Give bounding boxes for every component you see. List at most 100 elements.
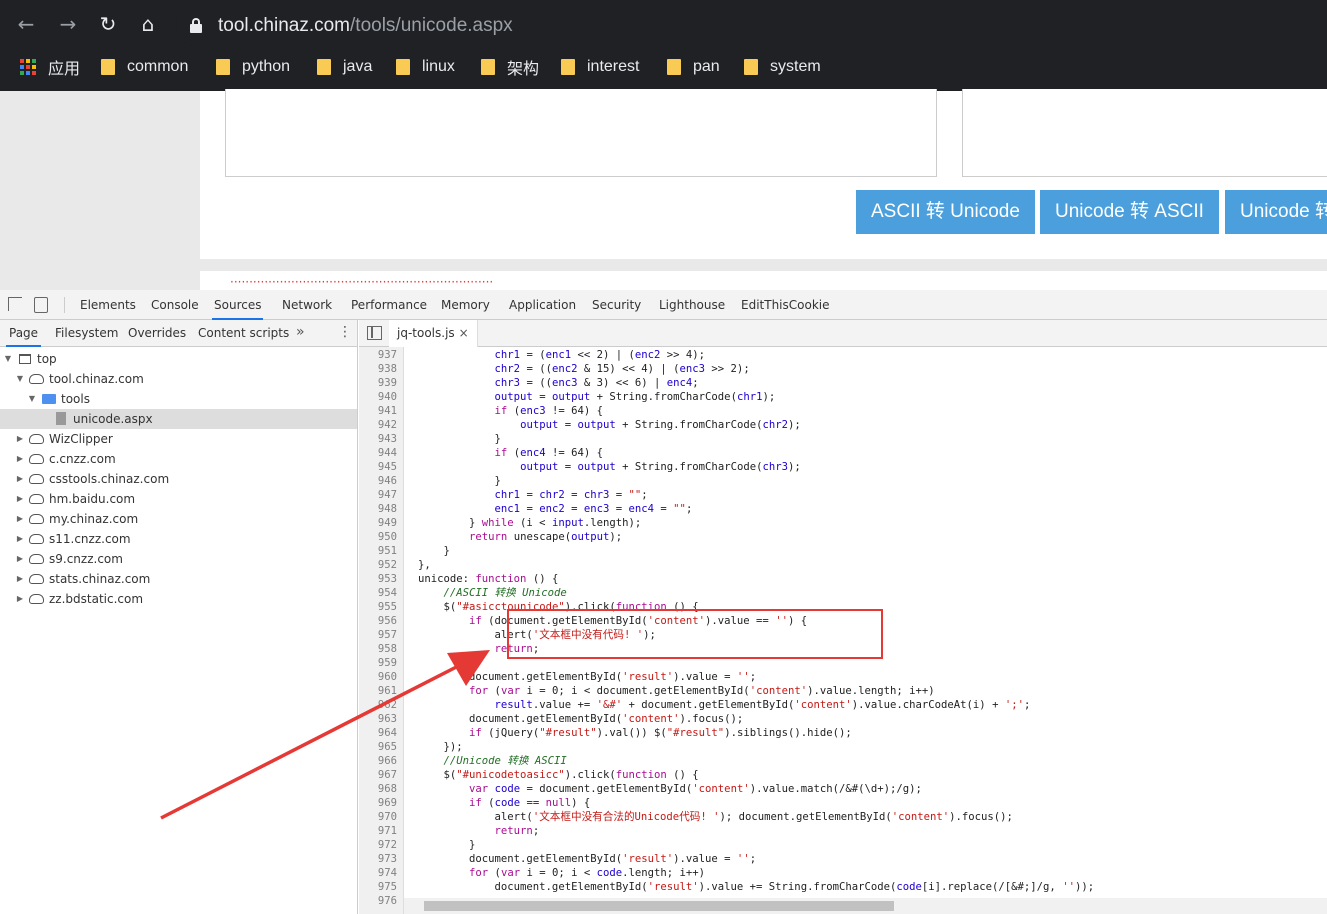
tab-memory[interactable]: Memory [441,290,490,320]
line-number[interactable]: 970 [378,810,397,824]
reload-icon[interactable]: ↻ [96,12,120,36]
line-number[interactable]: 975 [378,880,397,894]
tree-item-hm-baidu[interactable]: ▶ hm.baidu.com [0,489,357,509]
line-number[interactable]: 958 [378,642,397,656]
line-number[interactable]: 942 [378,418,397,432]
ascii-to-unicode-button[interactable]: ASCII 转 Unicode [856,190,1035,234]
line-number[interactable]: 951 [378,544,397,558]
triangle-right-icon[interactable]: ▶ [15,489,25,509]
line-number[interactable]: 940 [378,390,397,404]
tree-item-zz-bdstatic[interactable]: ▶ zz.bdstatic.com [0,589,357,609]
triangle-right-icon[interactable]: ▶ [15,529,25,549]
bookmark-pan[interactable]: pan [667,56,720,78]
tree-item-unicode-aspx[interactable]: unicode.aspx [0,409,357,429]
forward-arrow-icon[interactable]: → [56,12,80,36]
unicode-convert-button[interactable]: Unicode 转 [1225,190,1327,234]
line-number[interactable]: 944 [378,446,397,460]
toggle-navigator-icon[interactable] [367,326,382,340]
scrollbar-thumb[interactable] [424,901,894,911]
line-number[interactable]: 953 [378,572,397,586]
line-number[interactable]: 971 [378,824,397,838]
line-number[interactable]: 973 [378,852,397,866]
line-number[interactable]: 950 [378,530,397,544]
bookmark-interest[interactable]: interest [561,56,639,78]
result-textarea[interactable] [962,89,1327,177]
line-number[interactable]: 969 [378,796,397,810]
tree-item-c-cnzz[interactable]: ▶ c.cnzz.com [0,449,357,469]
line-number[interactable]: 963 [378,712,397,726]
back-arrow-icon[interactable]: ← [14,12,38,36]
bookmark-system[interactable]: system [744,56,821,78]
triangle-right-icon[interactable]: ▶ [15,569,25,589]
bookmark-common[interactable]: common [101,56,188,78]
triangle-down-icon[interactable]: ▼ [15,369,25,389]
line-number[interactable]: 946 [378,474,397,488]
line-number[interactable]: 957 [378,628,397,642]
more-tabs-icon[interactable]: » [296,324,305,340]
tab-editthiscookie[interactable]: EditThisCookie [741,290,830,320]
line-number[interactable]: 966 [378,754,397,768]
triangle-right-icon[interactable]: ▶ [15,509,25,529]
line-number[interactable]: 968 [378,782,397,796]
bookmark-python[interactable]: python [216,56,290,78]
tab-console[interactable]: Console [151,290,199,320]
bookmark-linux[interactable]: linux [396,56,455,78]
file-tab-jq-tools[interactable]: jq-tools.js × [389,320,478,347]
address-bar[interactable]: tool.chinaz.com/tools/unicode.aspx [176,6,1327,46]
nav-tab-content-scripts[interactable]: Content scripts [198,320,289,347]
nav-tab-filesystem[interactable]: Filesystem [55,320,118,347]
line-number[interactable]: 955 [378,600,397,614]
line-number[interactable]: 949 [378,516,397,530]
line-number[interactable]: 956 [378,614,397,628]
triangle-right-icon[interactable]: ▶ [15,589,25,609]
line-number[interactable]: 939 [378,376,397,390]
tab-application[interactable]: Application [509,290,576,320]
triangle-right-icon[interactable]: ▶ [15,469,25,489]
line-number-gutter[interactable]: 937 938 939 940 941 942 943 944 945 946 947 948 949 9… [359,347,404,914]
bookmark-architecture[interactable]: 架构 [481,56,539,78]
nav-tab-overrides[interactable]: Overrides [128,320,186,347]
tree-item-my-chinaz[interactable]: ▶ my.chinaz.com [0,509,357,529]
tree-item-tools-folder[interactable]: ▼ tools [0,389,357,409]
bookmark-apps[interactable]: 应用 [20,56,80,78]
inspect-element-icon[interactable] [8,297,22,311]
tab-network[interactable]: Network [282,290,332,320]
lock-icon[interactable] [190,18,202,33]
unicode-to-ascii-button[interactable]: Unicode 转 ASCII [1040,190,1219,234]
tab-security[interactable]: Security [592,290,641,320]
line-number[interactable]: 962 [378,698,397,712]
bookmark-java[interactable]: java [317,56,372,78]
line-number[interactable]: 937 [378,348,397,362]
line-number[interactable]: 959 [378,656,397,670]
line-number[interactable]: 952 [378,558,397,572]
line-number[interactable]: 960 [378,670,397,684]
tab-lighthouse[interactable]: Lighthouse [659,290,725,320]
triangle-right-icon[interactable]: ▶ [15,449,25,469]
tree-item-top[interactable]: ▼ top [0,349,357,369]
horizontal-scrollbar[interactable] [404,898,1327,914]
nav-tab-page[interactable]: Page [6,320,42,347]
tree-item-wizclipper[interactable]: ▶ WizClipper [0,429,357,449]
line-number[interactable]: 965 [378,740,397,754]
close-icon[interactable]: × [459,326,469,340]
line-number[interactable]: 941 [378,404,397,418]
tab-elements[interactable]: Elements [80,290,136,320]
kebab-menu-icon[interactable]: ⋮ [338,324,352,340]
tab-performance[interactable]: Performance [351,290,427,320]
home-icon[interactable]: ⌂ [136,12,160,36]
line-number[interactable]: 954 [378,586,397,600]
content-textarea[interactable] [225,89,937,177]
line-number[interactable]: 947 [378,488,397,502]
line-number[interactable]: 972 [378,838,397,852]
line-number[interactable]: 974 [378,866,397,880]
device-toolbar-icon[interactable] [34,297,48,313]
line-number[interactable]: 945 [378,460,397,474]
line-number[interactable]: 976 [378,894,397,908]
line-number[interactable]: 961 [378,684,397,698]
url-text[interactable]: tool.chinaz.com/tools/unicode.aspx [218,15,513,37]
line-number[interactable]: 967 [378,768,397,782]
triangle-right-icon[interactable]: ▶ [15,429,25,449]
tree-item-stats-chinaz[interactable]: ▶ stats.chinaz.com [0,569,357,589]
triangle-down-icon[interactable]: ▼ [3,349,13,369]
line-number[interactable]: 948 [378,502,397,516]
